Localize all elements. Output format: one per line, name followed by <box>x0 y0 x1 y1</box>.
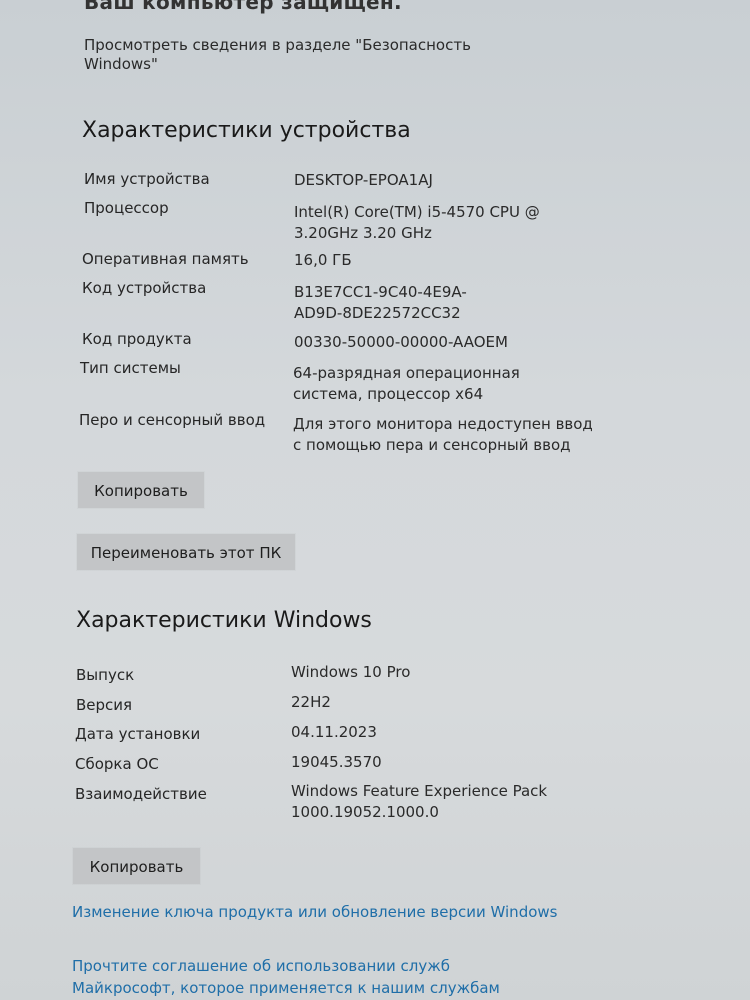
security-details-link[interactable]: Просмотреть сведения в разделе "Безопасн… <box>84 36 504 74</box>
copy-windows-specs-button[interactable]: Копировать <box>73 848 200 884</box>
processor-value: Intel(R) Core(TM) i5-4570 CPU @ 3.20GHz … <box>294 203 540 242</box>
install-date-label: Дата установки <box>75 725 201 743</box>
device-specs-title: Характеристики устройства <box>82 118 411 143</box>
product-id-value: 00330-50000-00000-AAOEM <box>294 333 508 351</box>
windows-specs-title: Характеристики Windows <box>76 608 372 633</box>
device-id-label: Код устройства <box>82 279 207 297</box>
device-name-label: Имя устройства <box>84 170 210 188</box>
install-date-value: 04.11.2023 <box>291 723 377 741</box>
experience-label: Взаимодействие <box>75 785 207 803</box>
edition-label: Выпуск <box>76 666 135 684</box>
product-id-label: Код продукта <box>82 330 192 348</box>
ram-label: Оперативная память <box>82 250 249 268</box>
version-label: Версия <box>76 696 133 714</box>
processor-label: Процессор <box>84 199 169 217</box>
services-agreement-link[interactable]: Прочтите соглашение об использовании слу… <box>72 955 552 999</box>
os-build-label: Сборка ОС <box>75 755 159 773</box>
os-build-value: 19045.3570 <box>291 753 382 771</box>
change-product-key-link[interactable]: Изменение ключа продукта или обновление … <box>72 901 557 923</box>
ram-value: 16,0 ГБ <box>294 251 352 269</box>
security-status-heading: Ваш компьютер защищен. <box>84 0 402 14</box>
rename-pc-button[interactable]: Переименовать этот ПК <box>77 534 295 570</box>
edition-value: Windows 10 Pro <box>291 663 411 681</box>
system-type-value: 64-разрядная операционная система, проце… <box>293 364 520 403</box>
experience-value: Windows Feature Experience Pack 1000.190… <box>291 782 548 821</box>
pen-touch-value: Для этого монитора недоступен ввод с пом… <box>293 415 593 454</box>
version-value: 22H2 <box>291 693 331 711</box>
device-name-value: DESKTOP-EPOA1AJ <box>294 171 433 189</box>
system-type-label: Тип системы <box>80 359 181 377</box>
copy-device-specs-button[interactable]: Копировать <box>78 472 204 508</box>
pen-touch-label: Перо и сенсорный ввод <box>79 411 266 429</box>
device-id-value: B13E7CC1-9C40-4E9A-AD9D-8DE22572CC32 <box>294 283 467 322</box>
